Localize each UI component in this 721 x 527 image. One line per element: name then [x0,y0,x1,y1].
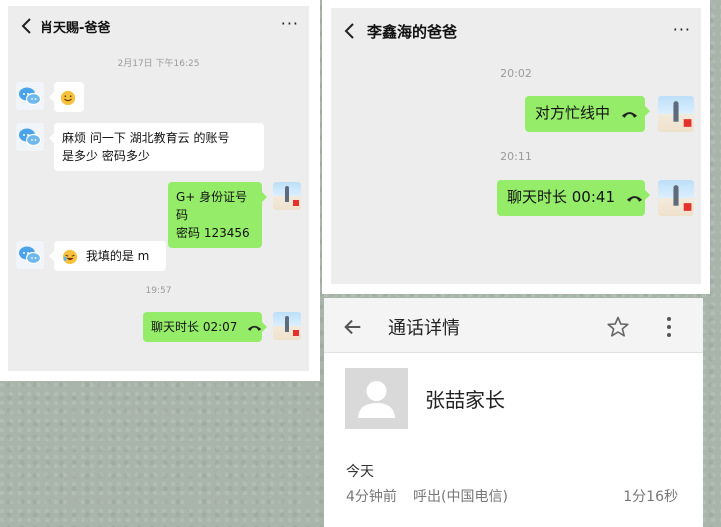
chat-title: 肖天赐-爸爸 [40,21,111,36]
call-detail-title: 通话详情 [388,318,460,339]
call-type: 呼出(中国电信) [413,489,508,505]
phone-hangup-icon [626,195,642,202]
call-record-bubble[interactable]: 聊天时长 00:41 [497,180,650,216]
back-arrow-icon[interactable] [16,14,38,38]
vertical-dots-icon[interactable] [666,316,672,338]
more-dots-icon[interactable]: ··· [673,22,691,38]
message-bubble-text[interactable]: 我填的是 m [49,241,166,271]
message-line: 是多少 密码多少 [62,149,150,163]
timestamp: 2月17日 下午16:25 [117,59,200,69]
message-text: 我填的是 m [85,249,150,263]
chat-avatar-icon[interactable] [16,241,44,269]
message-line: 密码 123456 [176,226,250,240]
right-chat-header: 李鑫海的爸爸 ··· [331,8,701,54]
timestamp: 19:57 [145,286,172,296]
call-log-row[interactable]: 4分钟前 呼出(中国电信) 1分16秒 [346,486,686,506]
call-time-ago: 4分钟前 [346,489,397,505]
right-chat-window: 李鑫海的爸爸 ··· 20:02 对方忙线中 20:11 聊天时长 00:41 [331,8,701,284]
user-avatar[interactable] [273,182,301,210]
call-duration-text: 聊天时长 02:07 [151,320,238,334]
user-avatar[interactable] [658,96,694,132]
phone-hangup-icon [248,325,262,331]
left-chat-card: 肖天赐-爸爸 ··· 2月17日 下午16:25 麻烦 问一下 湖北教育云 的账… [0,0,320,381]
left-chat-window: 肖天赐-爸爸 ··· 2月17日 下午16:25 麻烦 问一下 湖北教育云 的账… [8,6,309,371]
back-arrow-icon[interactable] [339,19,361,43]
chat-title: 李鑫海的爸爸 [367,23,458,41]
star-icon[interactable] [606,315,630,339]
more-dots-icon[interactable]: ··· [281,16,299,32]
chat-avatar-icon[interactable] [16,123,44,151]
call-busy-bubble[interactable]: 对方忙线中 [525,96,650,132]
user-avatar[interactable] [658,180,694,216]
message-bubble-text[interactable]: 麻烦 问一下 湖北教育云 的账号 是多少 密码多少 [49,123,264,171]
call-detail-card: 通话详情 张喆家长 今天 4分钟前 呼出(中国电信) 1分16秒 [324,298,703,527]
right-chat-card: 李鑫海的爸爸 ··· 20:02 对方忙线中 20:11 聊天时长 00:41 [322,0,710,294]
contact-placeholder-icon [345,368,408,429]
timestamp: 20:02 [500,67,532,80]
timestamp: 20:11 [500,150,532,163]
left-chat-header: 肖天赐-爸爸 ··· [8,6,309,46]
phone-hangup-icon [621,111,637,118]
call-duration-text: 聊天时长 00:41 [507,188,615,206]
busy-text: 对方忙线中 [535,104,611,122]
contact-name: 张喆家长 [425,388,505,412]
call-record-bubble[interactable]: 聊天时长 02:07 [143,312,267,342]
smile-emoji-icon [60,90,76,105]
message-bubble-emoji[interactable] [49,82,84,112]
message-line: 麻烦 问一下 湖北教育云 的账号 [62,131,230,145]
call-detail-toolbar: 通话详情 [324,298,703,353]
message-bubble-sent[interactable]: G+ 身份证号码 密码 123456 [168,182,267,248]
back-arrow-icon[interactable] [342,316,364,338]
message-line: G+ 身份证号码 [176,190,248,222]
call-duration: 1分16秒 [623,489,678,505]
call-day: 今天 [346,464,374,480]
chat-avatar-icon[interactable] [16,82,44,110]
laughing-emoji-icon [62,249,78,264]
user-avatar[interactable] [273,312,301,340]
